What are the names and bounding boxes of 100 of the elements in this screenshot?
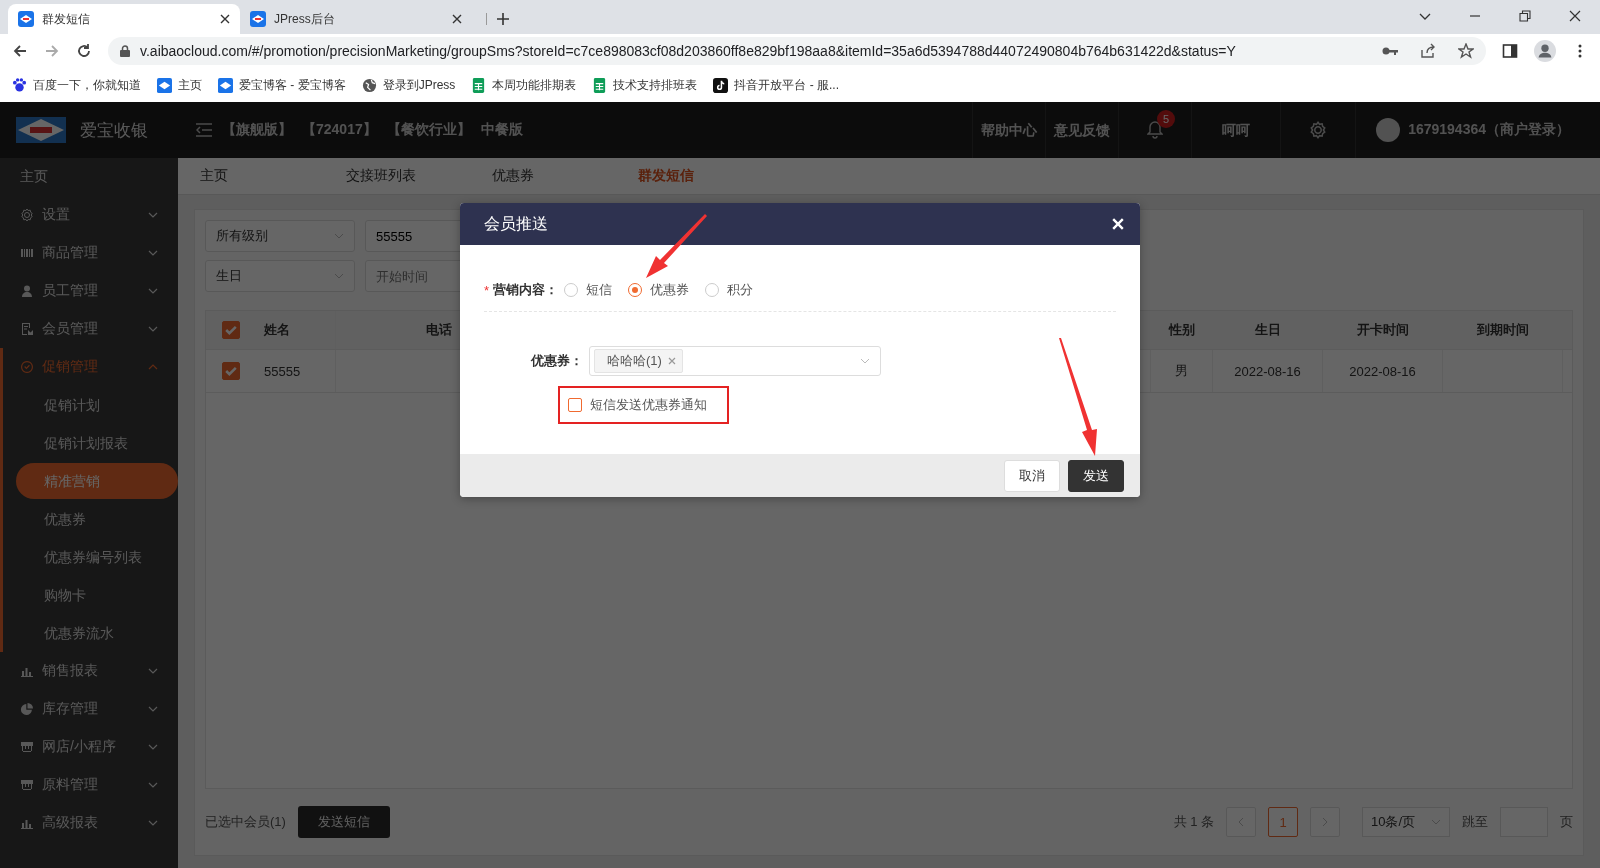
store-icon: [20, 740, 34, 754]
new-tab-icon[interactable]: [486, 13, 509, 25]
level-select[interactable]: 所有级别: [205, 220, 355, 252]
profile-icon[interactable]: [1534, 40, 1556, 62]
reload-icon[interactable]: [76, 43, 92, 59]
person-icon: [20, 284, 34, 298]
table-cell: 55555: [264, 363, 301, 379]
edition-label: 【餐饮行业】: [386, 121, 471, 139]
bookmark[interactable]: 主页: [157, 76, 202, 94]
star-icon[interactable]: [1458, 43, 1474, 59]
page-button[interactable]: 1: [1268, 807, 1298, 837]
forward-arrow-icon[interactable]: [44, 43, 60, 59]
radio-option[interactable]: 短信: [564, 281, 613, 299]
selected-count: 已选中会员(1): [205, 813, 286, 831]
chevron-down-icon: [860, 358, 870, 364]
side-panel-icon[interactable]: [1502, 43, 1518, 59]
chevron-up-icon: [148, 364, 158, 370]
coupon-tag: 哈哈哈(1): [594, 349, 683, 373]
close-icon[interactable]: [452, 14, 462, 24]
chevron-down-icon: [148, 782, 158, 788]
radio-option[interactable]: 积分: [705, 281, 754, 299]
back-arrow-icon[interactable]: [12, 43, 28, 59]
page-tab[interactable]: 主页: [178, 167, 324, 185]
page-tab[interactable]: 群发短信: [616, 167, 762, 185]
chevron-down-icon: [148, 288, 158, 294]
sidebar-item[interactable]: 高级报表: [0, 804, 178, 842]
logo-icon: [18, 11, 34, 27]
bookmark[interactable]: 技术支持排班表: [592, 76, 698, 94]
account-name[interactable]: 1679194364（商户登录）: [1408, 121, 1570, 139]
chevron-down-icon: [148, 668, 158, 674]
sheet-icon: [592, 77, 608, 93]
send-sms-button[interactable]: 发送短信: [297, 806, 390, 838]
field-label: 优惠券：: [531, 352, 583, 370]
share-icon[interactable]: [1420, 43, 1436, 59]
chevron-left-icon: [1238, 817, 1244, 827]
date-type-select[interactable]: 生日: [205, 260, 355, 292]
browser-tab[interactable]: 群发短信: [8, 4, 240, 34]
checkbox[interactable]: [222, 321, 240, 339]
annotation-arrow: [646, 214, 707, 278]
chevron-down-icon: [148, 250, 158, 256]
bookmark[interactable]: 登录到JPress: [361, 76, 456, 94]
table-cell: 2022-08-16: [1234, 363, 1301, 379]
globe-icon: [361, 77, 377, 93]
lock-icon: [120, 45, 130, 57]
coupon-select[interactable]: 哈哈哈(1): [589, 346, 881, 376]
restore-icon[interactable]: [1519, 10, 1531, 22]
close-icon[interactable]: [1569, 10, 1581, 22]
send-button[interactable]: 发送: [1068, 459, 1124, 492]
barcode-icon: [20, 246, 34, 260]
page-size-select[interactable]: 10条/页: [1362, 807, 1450, 837]
sidebar-subitem[interactable]: 促销计划报表: [16, 425, 178, 461]
cancel-button[interactable]: 取消: [1004, 459, 1060, 492]
bookmark[interactable]: 本周功能排期表: [471, 76, 577, 94]
paw-icon: [12, 77, 27, 93]
edition-label: 【724017】: [302, 121, 377, 139]
column-header: 生日: [1255, 321, 1281, 339]
edition-label: 中餐版: [480, 121, 523, 139]
jump-label: 跳至: [1462, 813, 1488, 831]
chevron-down-icon: [148, 744, 158, 750]
logo-icon: [157, 77, 172, 93]
chevron-down-icon: [148, 212, 158, 218]
radio-option[interactable]: 优惠券: [628, 281, 690, 299]
logo-icon: [218, 77, 233, 93]
settings-icon[interactable]: [1309, 121, 1328, 139]
bell-icon[interactable]: [1147, 121, 1164, 139]
chevron-down-icon: [334, 273, 344, 279]
bookmark[interactable]: 爱宝博客 - 爱宝博客: [218, 76, 346, 94]
page-tab[interactable]: 优惠券: [470, 167, 616, 185]
chevron-down-icon: [1431, 819, 1441, 825]
chevron-right-icon: [1322, 817, 1328, 827]
sheet-icon: [471, 77, 487, 93]
app-name: 爱宝收银: [80, 119, 148, 142]
checkbox[interactable]: [568, 398, 582, 412]
bookmark[interactable]: 抖音开放平台 - 服...: [713, 76, 840, 94]
avatar[interactable]: [1376, 118, 1401, 142]
checkbox[interactable]: [222, 362, 240, 380]
bookmark[interactable]: 百度一下，你就知道: [12, 76, 141, 94]
page-tab[interactable]: 交接班列表: [324, 167, 470, 185]
column-header: 性别: [1169, 321, 1195, 339]
address-bar[interactable]: v.aibaocloud.com/#/promotion/precisionMarketing/groupSms?storeId=c7ce898083cf08d203860ff8e829bf198aa8&itemId=35a6d5394788d44072490804b764b631422d&status=Y: [108, 37, 1486, 65]
notification-badge: 5: [1157, 110, 1176, 128]
table-cell: 2022-08-16: [1349, 363, 1416, 379]
column-header: 电话: [426, 321, 452, 339]
chevron-down-icon: [148, 820, 158, 826]
gear-icon: [20, 208, 34, 222]
column-header: 开卡时间: [1357, 321, 1409, 339]
column-header: 姓名: [264, 321, 290, 339]
edition-label: 【旗舰版】: [222, 121, 292, 139]
sms-notify-option[interactable]: 短信发送优惠券通知: [568, 396, 707, 414]
close-icon[interactable]: [220, 14, 230, 24]
remove-icon[interactable]: [667, 357, 676, 365]
chevron-down-icon: [148, 326, 158, 332]
column-header: 到期时间: [1477, 321, 1529, 339]
sidebar-item[interactable]: 销售报表: [0, 652, 178, 690]
sidebar-subitem[interactable]: 促销计划: [16, 387, 178, 423]
chevron-down-icon: [334, 233, 344, 239]
music-note-icon: [713, 77, 729, 93]
sidebar-subitem[interactable]: 精准营销: [16, 463, 178, 499]
browser-tab[interactable]: JPress后台: [240, 4, 472, 34]
menu-icon[interactable]: [196, 123, 212, 137]
